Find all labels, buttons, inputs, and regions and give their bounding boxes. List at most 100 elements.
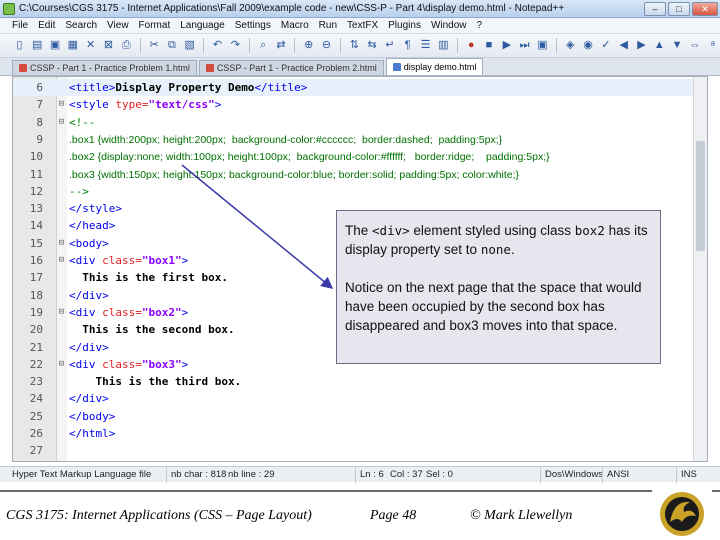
show-all-chars-icon[interactable]: ¶ xyxy=(400,38,415,53)
user-language-icon[interactable]: ▥ xyxy=(436,38,451,53)
code-line[interactable]: 24 </div> xyxy=(13,390,695,407)
close-file-icon[interactable]: ✕ xyxy=(83,38,98,53)
scrollbar-thumb[interactable] xyxy=(696,141,705,251)
toolbar-divider xyxy=(139,38,141,53)
arrow-right-icon[interactable]: ▶ xyxy=(634,38,649,53)
vertical-scrollbar[interactable] xyxy=(693,77,707,461)
cut-icon[interactable]: ✂ xyxy=(147,38,162,53)
zoom-out-icon[interactable]: ⊖ xyxy=(319,38,334,53)
sync-vertical-icon[interactable]: ⇅ xyxy=(347,38,362,53)
word-wrap-icon[interactable]: ↵ xyxy=(383,38,398,53)
menu-search[interactable]: Search xyxy=(65,20,97,31)
footer-course-title: CGS 3175: Internet Applications (CSS – P… xyxy=(6,508,312,523)
tab-practice-problem-2[interactable]: CSSP - Part 1 - Practice Problem 2.html xyxy=(198,60,384,75)
find-icon[interactable]: ⌕ xyxy=(256,38,271,53)
menu-format[interactable]: Format xyxy=(139,20,171,31)
arrow-down-icon[interactable]: ▼ xyxy=(670,38,685,53)
code-line[interactable]: 6 <title>Display Property Demo</title> xyxy=(13,79,695,97)
zoom-in-icon[interactable]: ⊕ xyxy=(301,38,316,53)
code-token-attr: class= xyxy=(102,305,142,319)
code-line[interactable]: 23 This is the third box. xyxy=(13,373,695,390)
copy-icon[interactable]: ⧉ xyxy=(164,38,179,53)
save-macro-icon[interactable]: ▣ xyxy=(535,38,550,53)
paste-icon[interactable]: ▧ xyxy=(182,38,197,53)
record-macro-icon[interactable]: ● xyxy=(464,38,479,53)
code-text: .box2 {display:none; width:100px; height… xyxy=(69,148,550,166)
fold-toggle-icon[interactable]: ⊟ xyxy=(57,356,66,373)
menu-run[interactable]: Run xyxy=(319,20,337,31)
launch-firefox-icon[interactable]: ◉ xyxy=(581,38,596,53)
arrow-up-icon[interactable]: ▲ xyxy=(652,38,667,53)
callout-paragraph-2: Notice on the next page that the space t… xyxy=(345,280,642,333)
print-icon[interactable]: ⎙ xyxy=(119,38,134,53)
code-text: </style> xyxy=(69,200,122,217)
minimize-button[interactable]: – xyxy=(644,1,666,16)
maximize-button[interactable]: □ xyxy=(668,1,690,16)
new-file-icon[interactable]: ▯ xyxy=(12,38,27,53)
launch-ie-icon[interactable]: ◈ xyxy=(563,38,578,53)
play-macro-icon[interactable]: ▶ xyxy=(499,38,514,53)
fold-toggle-icon[interactable]: ⊟ xyxy=(57,114,66,131)
menu-help[interactable]: ? xyxy=(477,20,483,31)
menu-settings[interactable]: Settings xyxy=(235,20,271,31)
close-button[interactable]: ✕ xyxy=(692,1,718,16)
code-token-val: "text/css" xyxy=(148,98,215,112)
code-token-tag: </head> xyxy=(69,219,116,233)
code-line[interactable]: 9 .box1 {width:200px; height:200px; backg… xyxy=(13,131,695,148)
code-line[interactable]: 7 ⊟ <style type="text/css"> xyxy=(13,96,695,113)
stop-macro-icon[interactable]: ■ xyxy=(482,38,497,53)
menu-window[interactable]: Window xyxy=(431,20,467,31)
code-line[interactable]: 25 </body> xyxy=(13,408,695,425)
save-icon[interactable]: ▣ xyxy=(48,38,63,53)
sync-horizontal-icon[interactable]: ⇆ xyxy=(365,38,380,53)
fold-toggle-icon[interactable]: ⊟ xyxy=(57,252,66,269)
code-line[interactable]: 10 .box2 {display:none; width:100px; heig… xyxy=(13,148,695,165)
code-text: This is the first box. xyxy=(69,269,228,286)
code-token-val: "box3" xyxy=(141,357,182,371)
code-text: <!-- xyxy=(69,114,96,131)
open-file-icon[interactable]: ▤ xyxy=(30,38,45,53)
footer-author: © Mark Llewellyn xyxy=(470,508,573,523)
tab-practice-problem-1[interactable]: CSSP - Part 1 - Practice Problem 1.html xyxy=(12,60,197,75)
code-line[interactable]: 26 </html> xyxy=(13,425,695,442)
code-token-tag: > xyxy=(181,254,189,267)
callout-text: The xyxy=(345,223,373,238)
toolbar-divider xyxy=(555,38,557,53)
fold-toggle-icon[interactable]: ⊟ xyxy=(57,235,66,252)
code-line[interactable]: 12 --> xyxy=(13,183,695,200)
line-number: 16 xyxy=(29,254,43,267)
indent-guide-icon[interactable]: ☰ xyxy=(418,38,433,53)
code-token-tag: > xyxy=(181,305,189,319)
code-token-text: This is the third box. xyxy=(69,375,242,389)
abc-icon[interactable]: ᵃ xyxy=(705,38,720,53)
compare-icon[interactable]: ⇔ xyxy=(688,38,703,53)
code-line[interactable]: 8 ⊟ <!-- xyxy=(13,114,695,131)
tab-label: CSSP - Part 1 - Practice Problem 2.html xyxy=(216,63,377,73)
spell-check-icon[interactable]: ✓ xyxy=(598,38,613,53)
menu-language[interactable]: Language xyxy=(180,20,225,31)
unsaved-file-icon xyxy=(19,64,27,72)
menu-view[interactable]: View xyxy=(107,20,129,31)
code-line[interactable]: 27 xyxy=(13,442,695,459)
fold-toggle-icon[interactable]: ⊟ xyxy=(57,96,66,113)
menu-file[interactable]: File xyxy=(12,20,28,31)
status-line-position: Ln : 6 xyxy=(355,467,384,483)
redo-icon[interactable]: ↷ xyxy=(228,38,243,53)
code-text: <div class="box2"> xyxy=(69,304,188,321)
replace-icon[interactable]: ⇄ xyxy=(274,38,289,53)
menu-macro[interactable]: Macro xyxy=(281,20,309,31)
save-all-icon[interactable]: ▦ xyxy=(65,38,80,53)
menu-edit[interactable]: Edit xyxy=(38,20,55,31)
run-macro-multiple-icon[interactable]: ⏭ xyxy=(517,38,532,53)
menu-plugins[interactable]: Plugins xyxy=(388,20,421,31)
code-token-css: .box1 {width:200px; height:200px; backgr… xyxy=(69,133,503,146)
code-token-text: This is the second box. xyxy=(69,323,235,337)
tab-display-demo[interactable]: display demo.html xyxy=(385,58,484,75)
code-text: <div class="box3"> xyxy=(69,356,188,373)
undo-icon[interactable]: ↶ xyxy=(210,38,225,53)
code-line[interactable]: 11 .box3 {width:150px; height:150px; back… xyxy=(13,166,695,183)
fold-toggle-icon[interactable]: ⊟ xyxy=(57,304,66,321)
arrow-left-icon[interactable]: ◀ xyxy=(616,38,631,53)
menu-textfx[interactable]: TextFX xyxy=(347,20,378,31)
close-all-icon[interactable]: ⊠ xyxy=(101,38,116,53)
